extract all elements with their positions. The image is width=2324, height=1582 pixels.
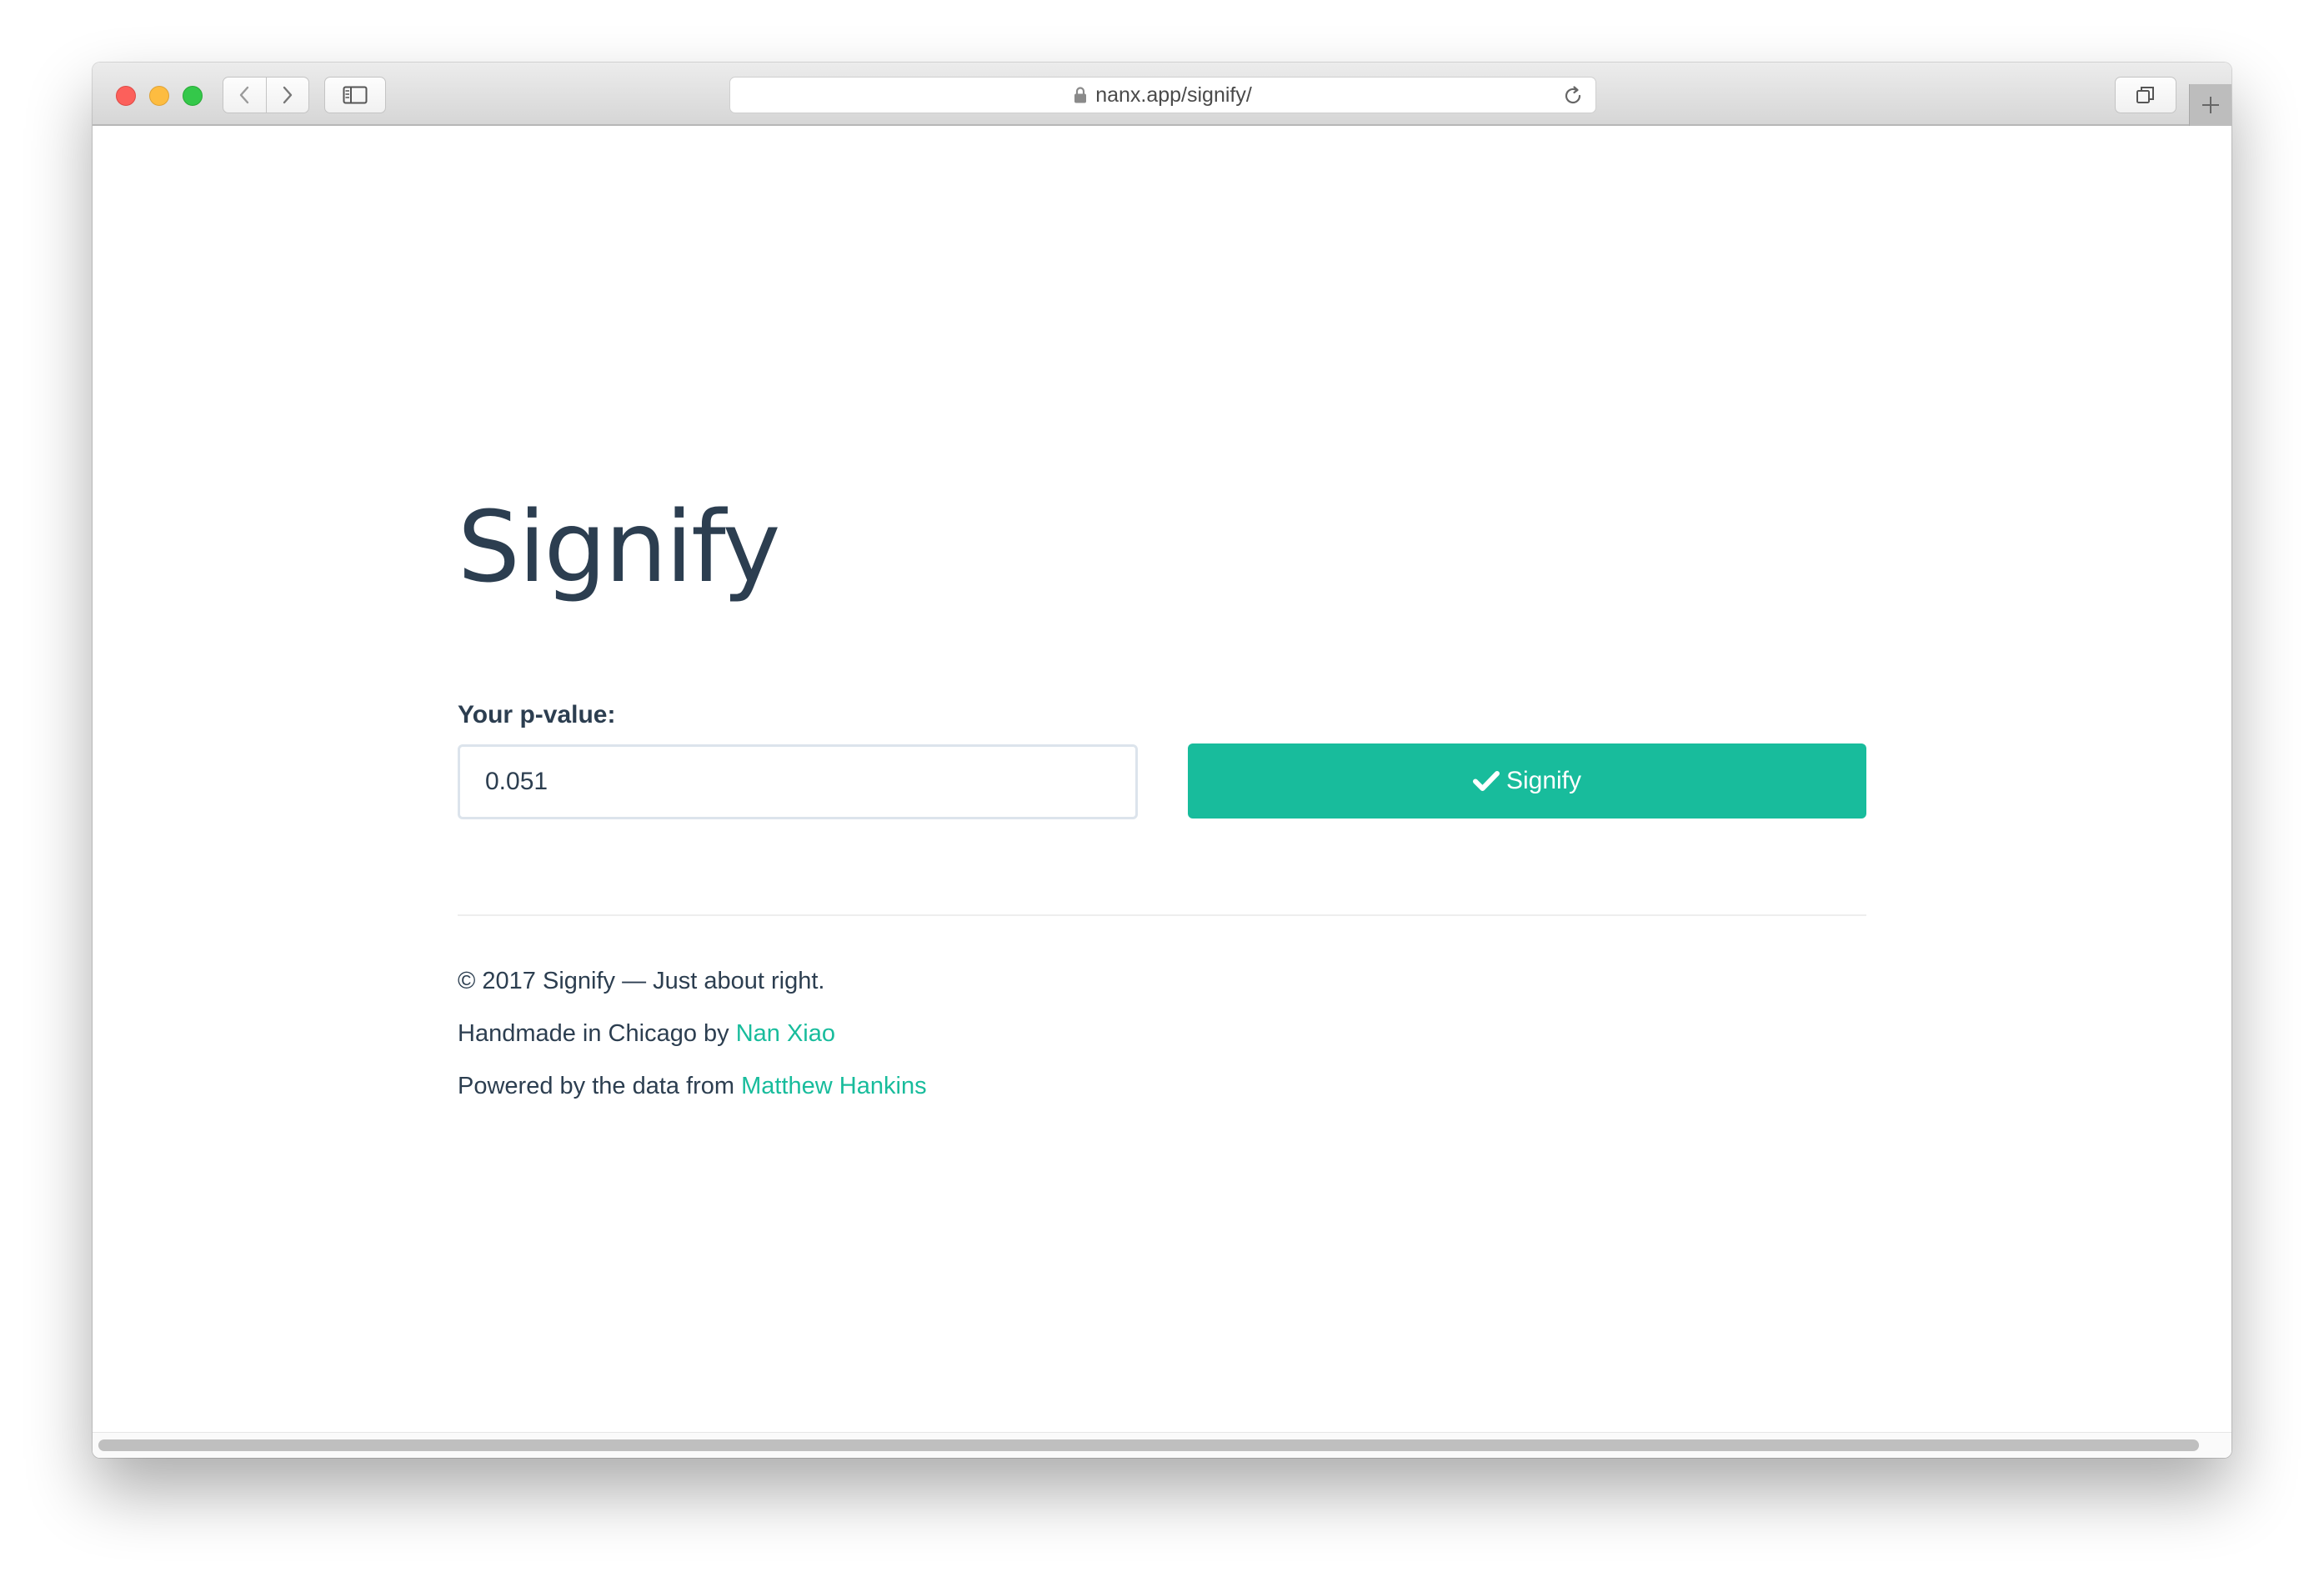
url-text: nanx.app/signify/ — [1095, 83, 1252, 107]
page-title: Signify — [458, 489, 780, 604]
chevron-left-icon — [240, 86, 249, 104]
powered-by-line: Powered by the data from Matthew Hankins — [458, 1073, 927, 1100]
new-tab-button[interactable] — [2189, 84, 2231, 126]
chevron-right-icon — [283, 86, 292, 104]
footer-divider — [458, 914, 1866, 916]
browser-window: nanx.app/signify/ Signify Your p-value: — [93, 63, 2231, 1458]
data-source-link[interactable]: Matthew Hankins — [741, 1073, 926, 1099]
horizontal-scrollbar[interactable] — [93, 1432, 2231, 1458]
powered-prefix: Powered by the data from — [458, 1073, 742, 1099]
back-button[interactable] — [223, 78, 266, 113]
close-window-button[interactable] — [116, 86, 136, 106]
address-bar-content: nanx.app/signify/ — [730, 78, 1595, 113]
handmade-prefix: Handmade in Chicago by — [458, 1020, 736, 1047]
scrollbar-thumb[interactable] — [98, 1439, 2199, 1451]
reload-icon[interactable] — [1562, 85, 1584, 107]
page-content: Signify Your p-value: Signify © 2017 Sig… — [93, 126, 2231, 1458]
p-value-input[interactable] — [458, 744, 1138, 819]
plus-icon — [2202, 97, 2219, 113]
maximize-window-button[interactable] — [183, 86, 203, 106]
navigation-buttons — [223, 77, 309, 113]
address-bar[interactable]: nanx.app/signify/ — [729, 77, 1596, 113]
copyright-text: © 2017 Signify — Just about right. — [458, 968, 825, 994]
tabs-icon — [2136, 87, 2154, 103]
forward-button[interactable] — [265, 78, 309, 113]
handmade-line: Handmade in Chicago by Nan Xiao — [458, 1020, 835, 1048]
minimize-window-button[interactable] — [149, 86, 169, 106]
p-value-label: Your p-value: — [458, 701, 616, 728]
signify-button[interactable]: Signify — [1188, 743, 1866, 819]
sidebar-toggle-button[interactable] — [324, 77, 386, 113]
signify-button-label: Signify — [1505, 767, 1582, 794]
browser-toolbar: nanx.app/signify/ — [93, 63, 2231, 126]
tab-overview-button[interactable] — [2115, 77, 2176, 113]
check-icon — [1472, 771, 1500, 791]
sidebar-icon — [343, 86, 368, 104]
author-link[interactable]: Nan Xiao — [736, 1020, 835, 1047]
lock-icon — [1074, 87, 1087, 103]
